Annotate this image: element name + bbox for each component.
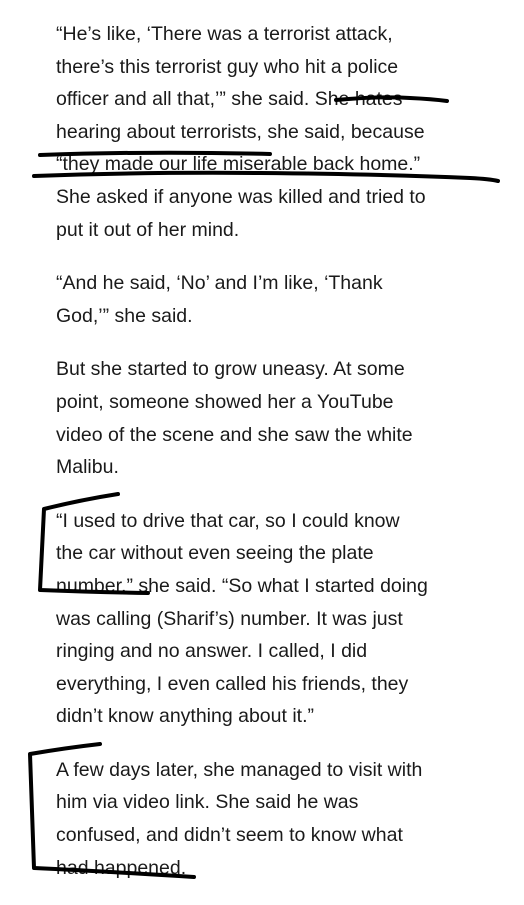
text-line: Malibu. <box>56 456 119 479</box>
text-line: had happened. <box>56 856 187 879</box>
text-line: confused, and didn’t seem to know what <box>56 824 403 847</box>
paragraph-thank-god: “And he said, ‘No’ and I’m like, ‘Thank … <box>56 267 476 332</box>
text-line: everything, I even called his friends, t… <box>56 672 409 695</box>
text-line: God,’” she said. <box>56 304 193 327</box>
text-line: was calling (Sharif’s) number. It was ju… <box>56 607 403 630</box>
paragraph-drive-that-car: “I used to drive that car, so I could kn… <box>56 505 476 733</box>
text-line: “they made our life miserable back home.… <box>56 153 421 176</box>
text-line: the car without even seeing the plate <box>56 542 374 565</box>
paragraph-video-link: A few days later, she managed to visit w… <box>56 754 476 884</box>
text-line: video of the scene and she saw the white <box>56 423 413 446</box>
text-line: put it out of her mind. <box>56 218 240 241</box>
text-line: didn’t know anything about it.” <box>56 705 314 728</box>
text-line: “I used to drive that car, so I could kn… <box>56 509 400 532</box>
paragraph-terrorist-attack: “He’s like, ‘There was a terrorist attac… <box>56 18 476 246</box>
text-line: “And he said, ‘No’ and I’m like, ‘Thank <box>56 272 383 295</box>
text-line: She asked if anyone was killed and tried… <box>56 185 426 208</box>
text-line: officer and all that,’” she said. She ha… <box>56 88 403 111</box>
text-line: But she started to grow uneasy. At some <box>56 358 405 381</box>
article-body: “He’s like, ‘There was a terrorist attac… <box>56 18 476 905</box>
text-line: ringing and no answer. I called, I did <box>56 640 368 663</box>
text-line: number,” she said. “So what I started do… <box>56 574 428 597</box>
text-line: “He’s like, ‘There was a terrorist attac… <box>56 23 393 45</box>
text-line: point, someone showed her a YouTube <box>56 390 394 413</box>
text-line: there’s this terrorist guy who hit a pol… <box>56 55 399 78</box>
text-line: A few days later, she managed to visit w… <box>56 758 423 781</box>
text-line: hearing about terrorists, she said, beca… <box>56 120 425 143</box>
text-line: him via video link. She said he was <box>56 791 359 814</box>
paragraph-grow-uneasy: But she started to grow uneasy. At some … <box>56 353 476 483</box>
